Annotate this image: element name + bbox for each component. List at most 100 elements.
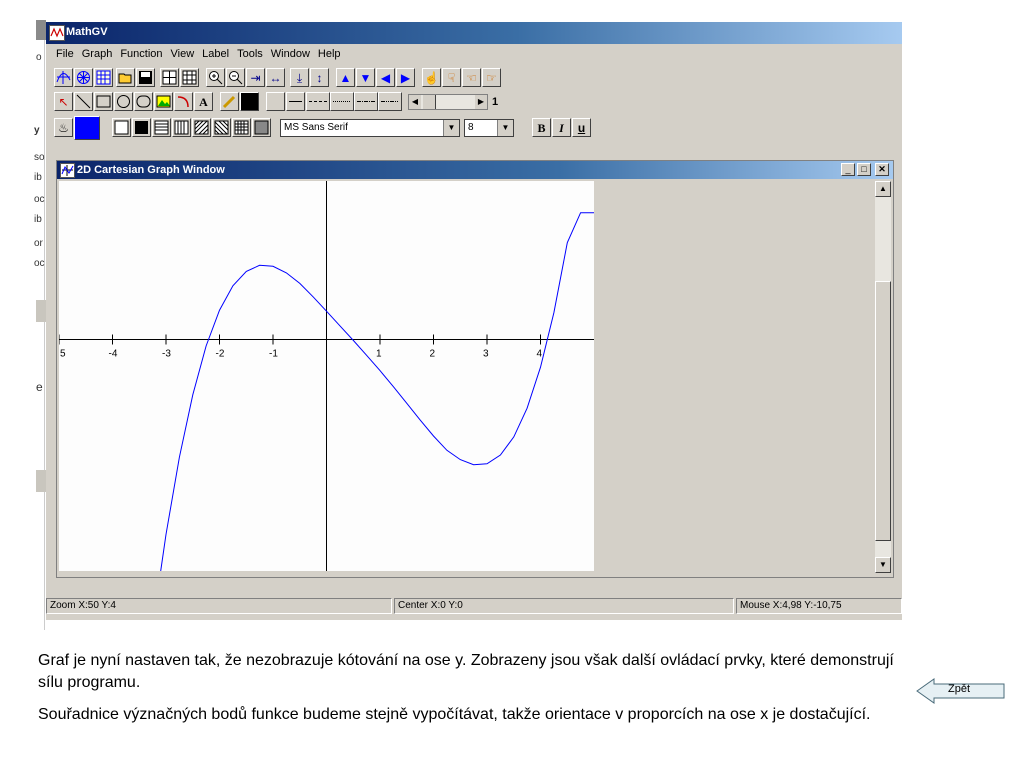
- menu-label[interactable]: Label: [198, 46, 233, 62]
- menu-graph[interactable]: Graph: [78, 46, 117, 62]
- expand-y-icon[interactable]: ↕: [310, 68, 329, 87]
- select-arrow-icon[interactable]: ↖: [54, 92, 73, 111]
- minimize-icon[interactable]: _: [841, 163, 855, 176]
- app-title: MathGV: [66, 26, 108, 38]
- line-tool-icon[interactable]: [74, 92, 93, 111]
- bold-button[interactable]: B: [532, 118, 551, 137]
- cartesian-graph-icon[interactable]: [54, 68, 73, 87]
- polar-graph-icon[interactable]: [74, 68, 93, 87]
- x-tick-label: -3: [162, 348, 171, 359]
- x-tick-label: -1: [269, 348, 278, 359]
- menu-function[interactable]: Function: [116, 46, 166, 62]
- slide-caption: Graf je nyní nastaven tak, že nezobrazuj…: [38, 650, 898, 736]
- line-style-dashdot[interactable]: [354, 92, 378, 111]
- line-style-dash[interactable]: [306, 92, 330, 111]
- compress-x-icon[interactable]: ⇥: [246, 68, 265, 87]
- scroll-up-icon[interactable]: ▲: [875, 181, 891, 197]
- x-tick-label: -4: [109, 348, 118, 359]
- arc-tool-icon[interactable]: [174, 92, 193, 111]
- bg-fragment: e: [36, 380, 43, 394]
- background-bar: [36, 20, 46, 40]
- hand-down-icon[interactable]: ☟: [442, 68, 461, 87]
- status-mouse: Mouse X:4,98 Y:-10,75: [736, 598, 902, 614]
- hand-right-icon[interactable]: ☞: [482, 68, 501, 87]
- move-up-icon[interactable]: ▲: [336, 68, 355, 87]
- italic-button[interactable]: I: [552, 118, 571, 137]
- chevron-down-icon[interactable]: ▼: [443, 120, 459, 136]
- menu-view[interactable]: View: [167, 46, 199, 62]
- vertical-scrollbar[interactable]: ▲ ▼: [875, 181, 891, 573]
- back-button[interactable]: Zpět: [916, 678, 1006, 704]
- underline-button[interactable]: u: [572, 118, 591, 137]
- graph-child-window: 2D Cartesian Graph Window _ □ ✕ 5 -4 -3 -2 -…: [56, 160, 894, 578]
- text-tool-icon[interactable]: A: [194, 92, 213, 111]
- x-tick-label: 2: [430, 348, 436, 359]
- fill-cross-icon[interactable]: [232, 118, 251, 137]
- bg-fragment: oc: [34, 258, 45, 269]
- font-size-dropdown[interactable]: 8 ▼: [464, 119, 514, 137]
- fill-bdiagonal-icon[interactable]: [212, 118, 231, 137]
- slider-right-icon[interactable]: ▶: [475, 95, 487, 109]
- line-color-swatch[interactable]: [240, 92, 259, 111]
- fill-bucket-icon[interactable]: ♨: [54, 118, 73, 137]
- rectangle-tool-icon[interactable]: [94, 92, 113, 111]
- maximize-icon[interactable]: □: [857, 163, 871, 176]
- table-graph-icon[interactable]: [94, 68, 113, 87]
- axes: [59, 181, 594, 571]
- fill-diagcross-icon[interactable]: [252, 118, 271, 137]
- child-titlebar: 2D Cartesian Graph Window _ □ ✕: [57, 161, 893, 179]
- expand-x-icon[interactable]: ↔: [266, 68, 285, 87]
- plot-empty-region: [594, 181, 872, 573]
- fill-none-icon[interactable]: [112, 118, 131, 137]
- mathgv-window: MathGV File Graph Function View Label Tools Wi…: [46, 22, 902, 620]
- status-zoom: Zoom X:50 Y:4: [46, 598, 392, 614]
- fill-solid-icon[interactable]: [132, 118, 151, 137]
- app-icon: [49, 25, 65, 41]
- line-style-none[interactable]: [266, 92, 285, 111]
- caption-paragraph-1: Graf je nyní nastaven tak, že nezobrazuj…: [38, 652, 894, 691]
- open-folder-icon[interactable]: [116, 68, 135, 87]
- line-style-solid[interactable]: [286, 92, 305, 111]
- compress-y-icon[interactable]: ⤓: [290, 68, 309, 87]
- axes-icon[interactable]: [160, 68, 179, 87]
- zoom-out-icon[interactable]: [226, 68, 245, 87]
- slider-left-icon[interactable]: ◀: [409, 95, 421, 109]
- scroll-thumb[interactable]: [875, 281, 891, 541]
- chevron-down-icon[interactable]: ▼: [497, 120, 513, 136]
- line-style-dot[interactable]: [330, 92, 354, 111]
- menu-help[interactable]: Help: [314, 46, 345, 62]
- move-left-icon[interactable]: ◀: [376, 68, 395, 87]
- line-style-dashdotdot[interactable]: [378, 92, 402, 111]
- background-window-edge: [0, 20, 45, 630]
- fill-color-swatch[interactable]: [74, 116, 100, 140]
- fill-vertical-icon[interactable]: [172, 118, 191, 137]
- menu-file[interactable]: File: [52, 46, 78, 62]
- scroll-down-icon[interactable]: ▼: [875, 557, 891, 573]
- close-icon[interactable]: ✕: [875, 163, 889, 176]
- menu-tools[interactable]: Tools: [233, 46, 267, 62]
- fill-fdiagonal-icon[interactable]: [192, 118, 211, 137]
- slider-thumb[interactable]: [423, 95, 436, 109]
- ellipse-tool-icon[interactable]: [114, 92, 133, 111]
- save-disk-icon[interactable]: [136, 68, 155, 87]
- x-tick-label: 1: [376, 348, 382, 359]
- bg-fragment: y: [34, 125, 40, 136]
- bg-fragment: o: [36, 52, 42, 63]
- font-size-value: 8: [468, 122, 474, 133]
- move-down-icon[interactable]: ▼: [356, 68, 375, 87]
- child-title: 2D Cartesian Graph Window: [77, 164, 225, 176]
- zoom-in-icon[interactable]: [206, 68, 225, 87]
- move-right-icon[interactable]: ▶: [396, 68, 415, 87]
- line-width-slider[interactable]: ◀ ▶: [408, 94, 488, 110]
- hand-up-icon[interactable]: ☝: [422, 68, 441, 87]
- menu-window[interactable]: Window: [267, 46, 314, 62]
- rounded-rect-tool-icon[interactable]: [134, 92, 153, 111]
- graph-plot-area[interactable]: 5 -4 -3 -2 -1 1 2 3 4: [59, 181, 594, 571]
- picture-tool-icon[interactable]: [154, 92, 173, 111]
- hand-left-icon[interactable]: ☜: [462, 68, 481, 87]
- back-label: Zpět: [948, 683, 971, 695]
- pencil-icon[interactable]: [220, 92, 239, 111]
- fill-horizontal-icon[interactable]: [152, 118, 171, 137]
- font-dropdown[interactable]: MS Sans Serif ▼: [280, 119, 460, 137]
- grid-icon[interactable]: [180, 68, 199, 87]
